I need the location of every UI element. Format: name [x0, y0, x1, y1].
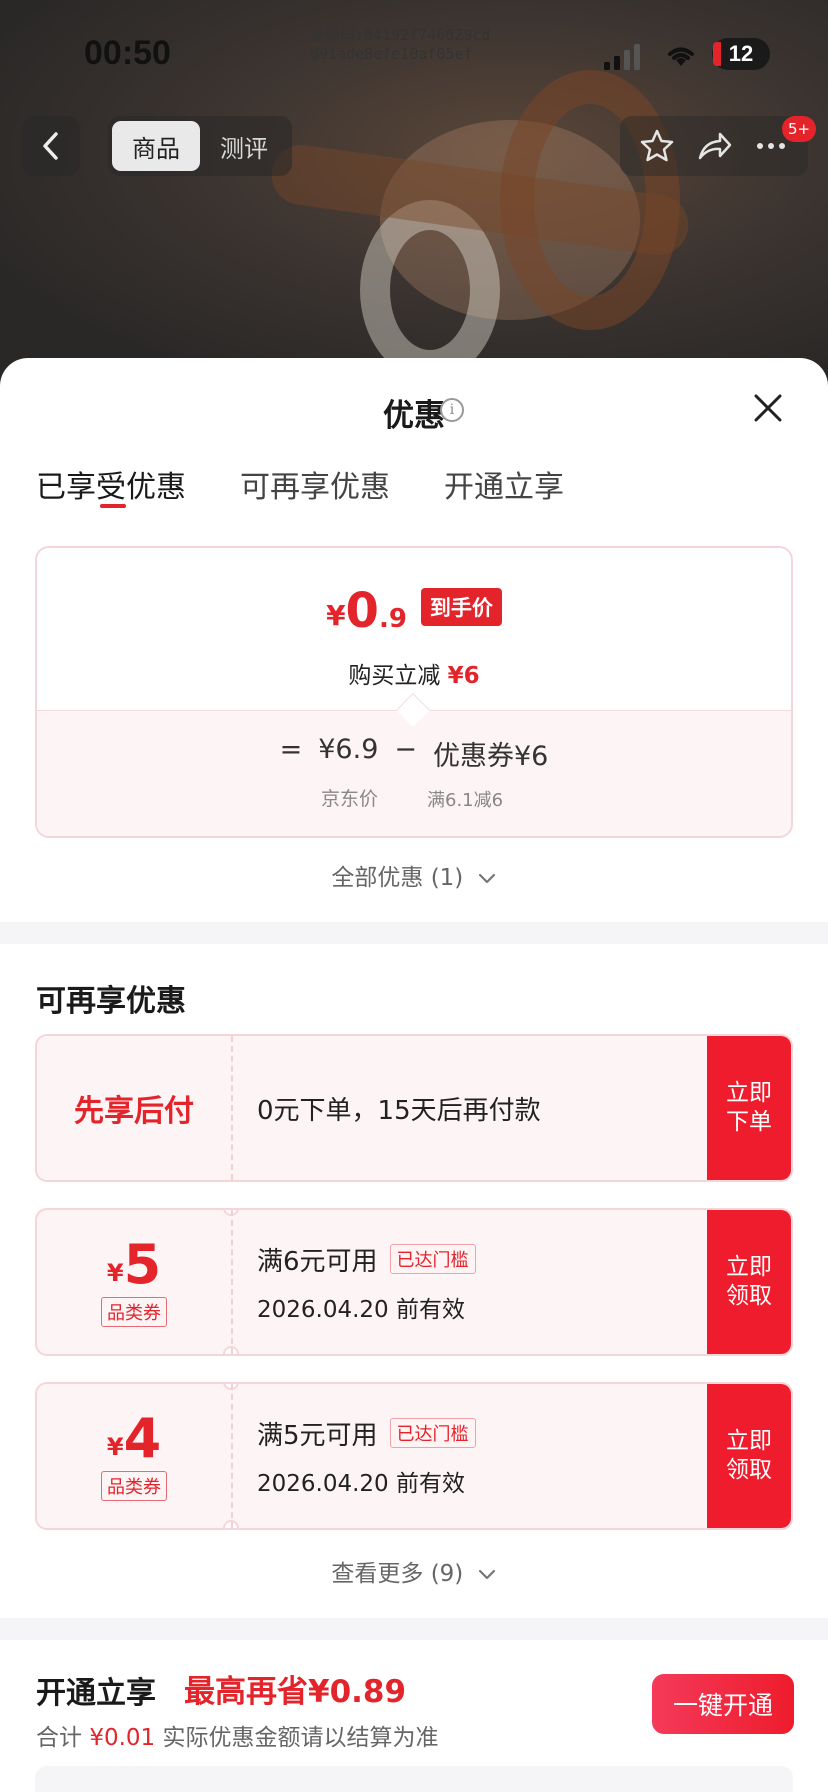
discount-sheet: 优惠 i 已享受优惠 可再享优惠 开通立享 ¥ 0 .9 到手价 购买立减 ¥6… [0, 358, 828, 1792]
tab-open-enjoy[interactable]: 开通立享 [444, 462, 564, 506]
order-now-label: 立即 下单 [726, 1080, 772, 1135]
claim-coupon-label: 立即 领取 [726, 1428, 772, 1483]
section-divider [0, 1618, 828, 1640]
status-time: 00:50 [84, 34, 171, 72]
claim-coupon-button[interactable]: 立即 领取 [707, 1210, 791, 1354]
coupon-condition-line: 满5元可用 已达门槛 [257, 1415, 476, 1452]
sheet-title: 优惠 [383, 398, 445, 434]
threshold-reached-tag: 已达门槛 [389, 1418, 476, 1448]
open-enjoy-title: 开通立享 [36, 1676, 156, 1711]
chevron-down-icon [478, 873, 495, 883]
bnpl-description: 0元下单，15天后再付款 [257, 1095, 541, 1126]
status-bar: 00:50 反馈码:04192f746029cd d91ade8efe10af0… [0, 0, 828, 100]
info-icon[interactable]: i [440, 398, 464, 422]
close-icon[interactable] [752, 392, 784, 424]
bnpl-body: 0元下单，15天后再付款 [257, 1036, 541, 1180]
max-extra-savings: 最高再省¥0.89 [184, 1674, 407, 1710]
nav-actions [620, 116, 808, 176]
coupon-value: 4 [123, 1407, 162, 1470]
battery-low-mark [713, 42, 721, 66]
instant-reduction: 购买立减 ¥6 [37, 656, 791, 690]
reduction-value: ¥6 [447, 663, 480, 689]
star-icon[interactable] [639, 128, 675, 164]
feedback-code-line2: d91ade8efe10af05ef [310, 45, 473, 63]
final-price-tag: 到手价 [420, 588, 502, 626]
formula-minus: − [394, 734, 417, 765]
formula-coupon: 优惠券¥6 [433, 741, 549, 772]
price-integer: 0 [345, 583, 379, 639]
price-currency: ¥ [326, 599, 346, 632]
coupon-currency: ¥ [106, 1259, 124, 1287]
coupon-amount-block: ¥ 4 品类券 [37, 1384, 231, 1528]
back-button[interactable] [22, 116, 80, 176]
threshold-reached-tag: 已达门槛 [389, 1244, 476, 1274]
section-divider [0, 922, 828, 944]
tab-review[interactable]: 测评 [200, 121, 288, 171]
enjoyed-card-bottom [37, 710, 791, 836]
coupon-amount: ¥ 5 [107, 1237, 161, 1293]
coupon-value: 5 [123, 1233, 162, 1296]
more-offers-title: 可再享优惠 [36, 984, 186, 1019]
view-more-label: 查看更多 (9) [331, 1561, 464, 1587]
reduction-label: 购买立减 [348, 663, 441, 689]
coupon-condition-line: 满6元可用 已达门槛 [257, 1241, 476, 1278]
formula-equals: = [279, 734, 303, 765]
coupon-separator [231, 1210, 233, 1354]
total-label: 合计 [36, 1725, 82, 1751]
coupon-amount: ¥ 4 [107, 1411, 161, 1467]
jd-price-label: 京东价 [321, 788, 379, 810]
coupon-condition: 满6.1减6 [427, 790, 504, 811]
top-segment-control: 商品 测评 [108, 116, 292, 176]
settlement-note: 实际优惠金额请以结算为准 [162, 1725, 439, 1751]
bnpl-offer: 先享后付 0元下单，15天后再付款 立即 下单 [35, 1034, 793, 1182]
battery-level: 12 [728, 41, 754, 66]
price-formula: = ¥6.9 − 优惠券¥6 [37, 734, 791, 773]
final-price: ¥ 0 .9 到手价 [37, 586, 791, 636]
coupon-separator [231, 1384, 233, 1528]
chevron-left-icon [43, 132, 58, 160]
share-icon[interactable] [696, 128, 732, 164]
coupon-condition: 满5元可用 [257, 1420, 378, 1451]
view-more-link[interactable]: 查看更多 (9) [0, 1554, 828, 1588]
formula-jd-price: ¥6.9 [318, 734, 379, 765]
open-summary: 合计 ¥0.01 实际优惠金额请以结算为准 [36, 1718, 438, 1752]
coupon-expiry: 2026.04.20 前有效 [257, 1470, 465, 1497]
coupon-expiry: 2026.04.20 前有效 [257, 1296, 465, 1323]
bnpl-name: 先享后付 [74, 1094, 194, 1129]
next-card-peek [35, 1766, 793, 1792]
coupon-separator [231, 1036, 233, 1180]
claim-coupon-label: 立即 领取 [726, 1254, 772, 1309]
chevron-down-icon [478, 1569, 495, 1579]
coupon-amount-block: ¥ 5 品类券 [37, 1210, 231, 1354]
price-decimal: .9 [378, 604, 407, 634]
sheet-tabs: 已享受优惠 可再享优惠 开通立享 [36, 462, 618, 506]
signal-icon [604, 44, 640, 70]
message-badge: 5+ [782, 116, 817, 142]
enjoyed-discount-card: ¥ 0 .9 到手价 购买立减 ¥6 = ¥6.9 − 优惠券¥6 京东价 满6… [35, 546, 793, 838]
all-discounts-label: 全部优惠 (1) [331, 865, 464, 891]
coupon-category-tag: 品类券 [101, 1297, 167, 1327]
tab-product[interactable]: 商品 [112, 121, 200, 171]
tab-active-underline [100, 504, 126, 508]
tab-enjoyed[interactable]: 已享受优惠 [36, 462, 186, 506]
coupon-body: 满6元可用 已达门槛 2026.04.20 前有效 [257, 1210, 476, 1354]
order-now-button[interactable]: 立即 下单 [707, 1036, 791, 1180]
feedback-code: 反馈码:04192f746029cd d91ade8efe10af05ef [310, 26, 490, 64]
wifi-icon [668, 47, 694, 66]
all-discounts-link[interactable]: 全部优惠 (1) [0, 858, 828, 892]
claim-coupon-button[interactable]: 立即 领取 [707, 1384, 791, 1528]
total-value: ¥0.01 [89, 1725, 156, 1751]
coupon-currency: ¥ [106, 1433, 124, 1461]
bnpl-left: 先享后付 [37, 1036, 231, 1180]
coupon-body: 满5元可用 已达门槛 2026.04.20 前有效 [257, 1384, 476, 1528]
feedback-code-line1: 反馈码:04192f746029cd [310, 26, 491, 44]
coupon-card: ¥ 5 品类券 满6元可用 已达门槛 2026.04.20 前有效 立即 领取 [35, 1208, 793, 1356]
coupon-condition: 满6元可用 [257, 1246, 378, 1277]
coupon-category-tag: 品类券 [101, 1471, 167, 1501]
coupon-card: ¥ 4 品类券 满5元可用 已达门槛 2026.04.20 前有效 立即 领取 [35, 1382, 793, 1530]
tab-more-offers[interactable]: 可再享优惠 [240, 462, 390, 506]
one-click-open-button[interactable]: 一键开通 [652, 1674, 794, 1734]
